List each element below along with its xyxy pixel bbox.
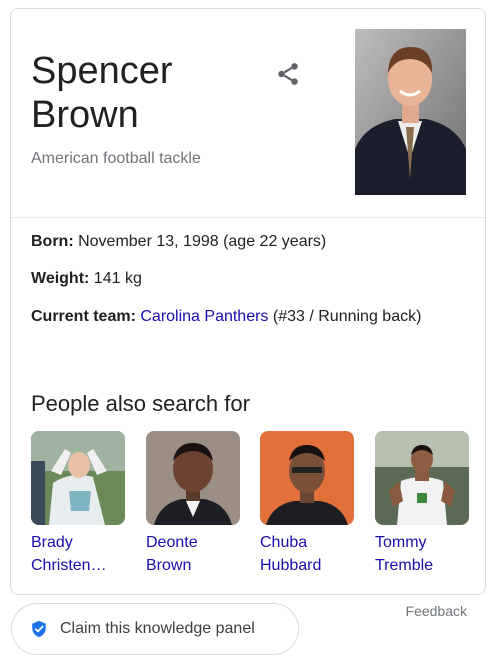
person-name-line1: Brady	[31, 534, 73, 551]
person-name-line2: Tremble	[375, 557, 434, 574]
fact-label: Current team:	[31, 308, 136, 325]
entity-subtitle: American football tackle	[31, 150, 201, 167]
share-icon	[278, 63, 298, 85]
fact-value: November 13, 1998 (age 22 years)	[73, 233, 327, 250]
person-name-line2: Christen…	[31, 557, 107, 574]
person-name-line2: Hubbard	[260, 557, 322, 574]
person-name[interactable]: Tommy Tremble	[375, 531, 471, 577]
team-link[interactable]: Carolina Panthers	[140, 308, 268, 325]
entity-title-line2: Brown	[31, 94, 139, 136]
verified-shield-icon	[30, 620, 48, 638]
claim-panel-button[interactable]: Claim this knowledge panel	[11, 603, 299, 655]
person-photo[interactable]	[375, 431, 469, 525]
claim-panel-label: Claim this knowledge panel	[60, 620, 255, 637]
person-card[interactable]: Chuba Hubbard	[260, 431, 356, 577]
fact-born: Born: November 13, 1998 (age 22 years)	[31, 228, 451, 256]
person-photo[interactable]	[146, 431, 240, 525]
person-name[interactable]: Deonte Brown	[146, 531, 242, 577]
fact-current-team: Current team: Carolina Panthers (#33 / R…	[31, 303, 451, 331]
knowledge-panel: Spencer Brown American football tackle B…	[10, 8, 486, 595]
feedback-link[interactable]: Feedback	[406, 603, 467, 619]
person-name-line1: Chuba	[260, 534, 308, 551]
entity-photo[interactable]	[355, 29, 466, 195]
people-also-search-list: Brady Christen… Deonte Brown Chuba Hubba…	[31, 431, 471, 591]
divider	[11, 217, 485, 218]
entity-title: Spencer Brown	[31, 49, 251, 137]
fact-value: 141 kg	[89, 270, 142, 287]
person-name-line1: Tommy	[375, 534, 427, 551]
person-card[interactable]: Brady Christen…	[31, 431, 127, 577]
fact-value: (#33 / Running back)	[268, 308, 422, 325]
share-button[interactable]	[273, 59, 303, 89]
person-name[interactable]: Chuba Hubbard	[260, 531, 356, 577]
person-name[interactable]: Brady Christen…	[31, 531, 127, 577]
people-also-search-title: People also search for	[31, 391, 250, 416]
person-photo[interactable]	[260, 431, 354, 525]
fact-weight: Weight: 141 kg	[31, 265, 451, 293]
person-card[interactable]: Deonte Brown	[146, 431, 242, 577]
person-name-line2: Brown	[146, 557, 192, 574]
fact-label: Weight:	[31, 270, 90, 287]
entity-title-line1: Spencer	[31, 50, 173, 92]
person-photo[interactable]	[31, 431, 125, 525]
person-card[interactable]: Tommy Tremble	[375, 431, 471, 577]
person-name-line1: Deonte	[146, 534, 198, 551]
fact-label: Born:	[31, 233, 74, 250]
